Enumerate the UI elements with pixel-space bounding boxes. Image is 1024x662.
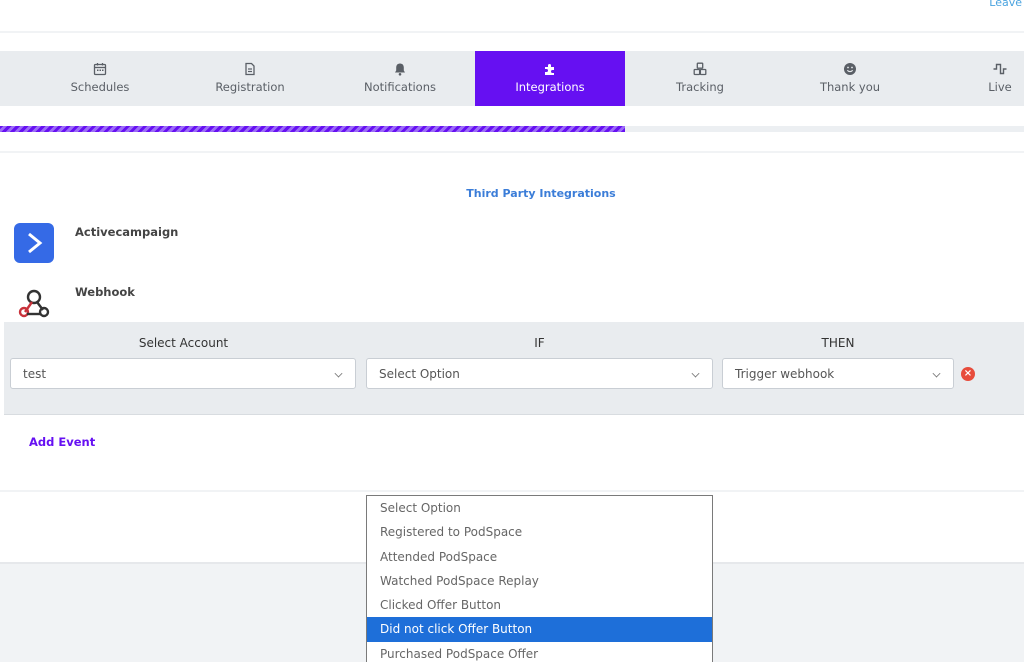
section-divider (0, 490, 1024, 492)
account-select[interactable]: test (10, 358, 356, 389)
calendar-icon (93, 63, 107, 76)
header-if: IF (534, 336, 545, 350)
progress-fill (0, 126, 625, 132)
tab-registration[interactable]: Registration (175, 51, 325, 106)
then-select[interactable]: Trigger webhook (722, 358, 954, 389)
document-icon (245, 62, 255, 76)
section-divider (0, 151, 1024, 153)
pulse-icon (993, 63, 1007, 75)
if-select[interactable]: Select Option (366, 358, 713, 389)
activecampaign-icon (14, 223, 54, 263)
tab-label: Live (988, 80, 1012, 94)
dropdown-option-highlighted[interactable]: Did not click Offer Button (367, 617, 712, 642)
integration-name: Activecampaign (75, 225, 179, 239)
tab-label: Schedules (70, 80, 130, 94)
dropdown-option[interactable]: Attended PodSpace (367, 545, 712, 569)
dropdown-option[interactable]: Purchased PodSpace Offer (367, 642, 712, 662)
section-title: Third Party Integrations (466, 187, 616, 200)
tab-label: Integrations (515, 80, 585, 94)
then-select-value: Trigger webhook (735, 367, 835, 381)
header-then: THEN (821, 336, 855, 350)
integration-name: Webhook (75, 285, 135, 299)
chevron-down-icon (334, 369, 343, 378)
chevron-down-icon (691, 369, 700, 378)
close-icon: × (963, 368, 973, 379)
dropdown-option[interactable]: Clicked Offer Button (367, 593, 712, 617)
top-divider (0, 31, 1024, 33)
header-select-account: Select Account (138, 336, 229, 350)
leave-link[interactable]: Leave (989, 0, 1022, 9)
cubes-icon (693, 62, 707, 76)
dropdown-option[interactable]: Select Option (367, 496, 712, 520)
tab-label: Thank you (819, 80, 881, 94)
tab-tracking[interactable]: Tracking (625, 51, 775, 106)
chevron-down-icon (932, 369, 941, 378)
tab-schedules[interactable]: Schedules (25, 51, 175, 106)
dropdown-option[interactable]: Watched PodSpace Replay (367, 569, 712, 593)
puzzle-icon (545, 64, 554, 75)
step-navigation: Schedules Registration Notifications Int… (0, 51, 1024, 106)
remove-event-button[interactable]: × (961, 367, 975, 381)
if-select-value: Select Option (379, 367, 460, 381)
tab-notifications[interactable]: Notifications (325, 51, 475, 106)
tab-live[interactable]: Live (925, 51, 1024, 106)
webhook-icon (14, 283, 54, 323)
if-dropdown-list: Select Option Registered to PodSpace Att… (366, 495, 713, 662)
bell-icon (395, 63, 405, 76)
tab-label: Notifications (364, 80, 436, 94)
tab-thank-you[interactable]: Thank you (775, 51, 925, 106)
tab-label: Tracking (676, 80, 724, 94)
tab-label: Registration (215, 80, 285, 94)
smile-icon (844, 63, 856, 75)
account-select-value: test (23, 367, 47, 381)
tab-integrations[interactable]: Integrations (475, 51, 625, 106)
progress-bar (0, 126, 1024, 132)
add-event-button[interactable]: Add Event (29, 435, 95, 449)
event-panel: Select Account IF THEN test Select Optio… (4, 322, 1024, 415)
dropdown-option[interactable]: Registered to PodSpace (367, 520, 712, 544)
